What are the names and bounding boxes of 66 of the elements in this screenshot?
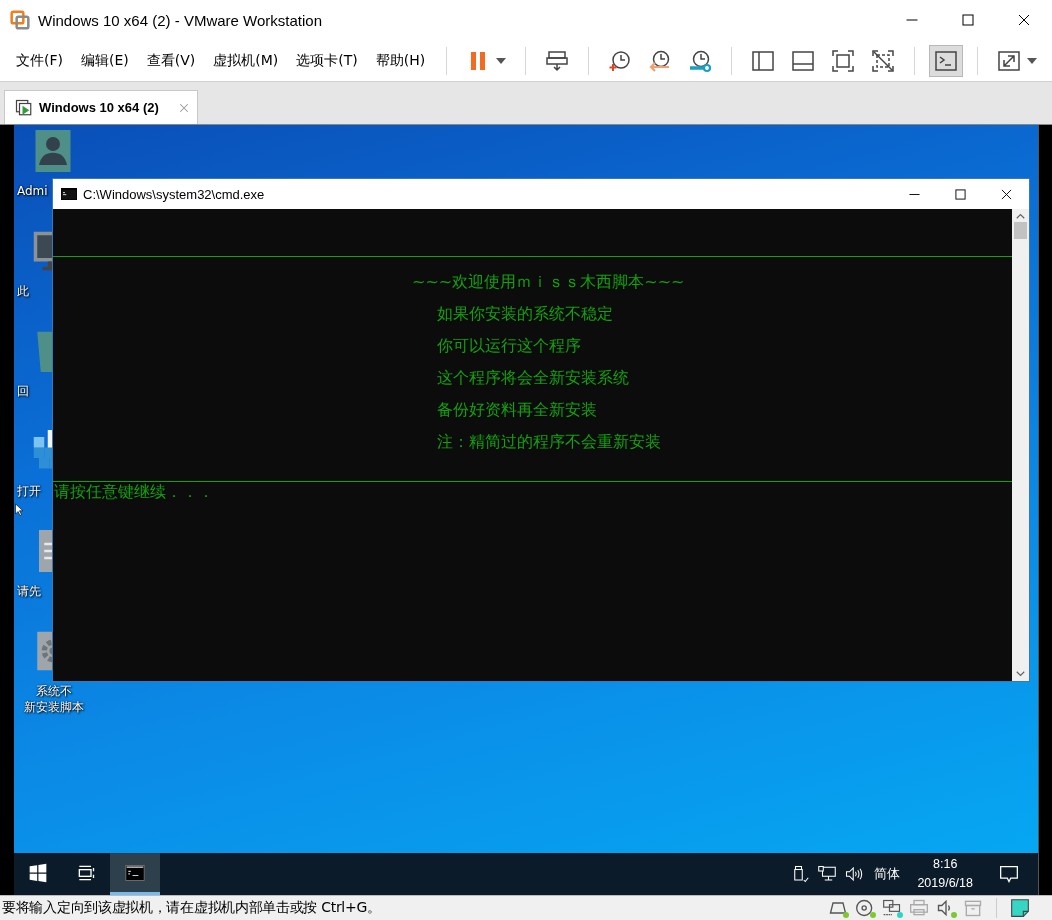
menu-item[interactable]: 查看(V) [138,47,204,74]
disc-icon [855,898,875,918]
console-line: 你可以运行这个程序 [437,335,582,357]
vm-play-icon [15,98,33,117]
taskbar-button[interactable] [110,853,160,895]
windows-logo-icon [28,862,48,883]
menu-item[interactable]: 选项卡(T) [288,47,366,74]
crossed-frame-icon [871,48,896,73]
device-button[interactable] [882,898,902,918]
close-icon [1018,14,1030,26]
desktop-icon-label: 系统不 [36,683,72,699]
console-line: 备份好资料再全新安装 [437,399,598,421]
menu-item[interactable]: 帮助(H) [367,47,434,74]
vm-tab[interactable]: Windows 10 x64 (2) [4,90,198,124]
menu-item[interactable]: 文件(F) [8,47,71,74]
desktop-icon-label: 回 [17,383,29,399]
scroll-thumb[interactable] [1014,222,1027,239]
toolbar-button[interactable] [929,44,964,77]
desktop-icon-label: 打开 [17,483,41,499]
volume-icon[interactable] [845,865,864,883]
sticky-note-icon [1010,898,1030,918]
maximize-icon [962,14,974,26]
tab-label: Windows 10 x64 (2) [39,100,159,115]
network-icon [882,898,902,918]
clock-wrench-icon [688,48,713,73]
clock-icon [608,48,633,73]
window-title: Windows 10 x64 (2) - VMware Workstation [38,11,323,29]
device-button[interactable] [936,898,956,918]
desktop-icon-label: 新安装脚本 [24,699,84,715]
clock[interactable]: 8:16 2019/6/18 [917,855,973,893]
terminal-icon [61,188,77,200]
desktop-icon-label: 此 [17,283,29,299]
caret-icon [1027,57,1038,64]
desktop-icon-label: Admi [17,183,48,199]
welcome-text: ~~~欢迎使用ｍｉｓｓ木西脚本~~~ [412,271,686,293]
desktop-icon-label: 请先 [17,583,41,599]
app-logo-icon [10,10,30,30]
keyboard-icon [545,48,570,73]
maximize-icon [954,188,966,200]
menu-item[interactable]: 编辑(E) [73,47,137,74]
terminal-icon [934,48,959,73]
full-screen-icon [831,48,856,73]
device-button[interactable] [855,898,875,918]
expand-icon [997,48,1022,73]
sidebar-layout-icon [751,48,776,73]
console-line: 这个程序将会全新安装系统 [437,367,630,389]
scroll-up-icon[interactable] [1016,213,1025,219]
box-icon [963,898,983,918]
scrollbar[interactable] [1012,209,1029,681]
network-icon[interactable] [818,865,837,883]
scroll-down-icon[interactable] [1016,671,1025,677]
bottom-panel-icon [791,48,816,73]
device-button[interactable] [1010,898,1030,918]
status-message: 要将输入定向到该虚拟机，请在虚拟机内部单击或按 Ctrl+G。 [2,899,382,917]
console-prompt: 请按任意键继续．．． [54,482,215,502]
printer-icon [909,898,929,918]
caret-icon [496,57,507,64]
console-line: 如果你安装的系统不稳定 [437,303,614,325]
cubes-icon[interactable] [32,430,52,472]
menu-item[interactable]: 虚拟机(M) [205,47,287,74]
window-title: C:\Windows\system32\cmd.exe [83,186,266,202]
close-icon [1000,188,1012,200]
usb-drive-icon[interactable] [791,865,810,883]
notification-icon[interactable] [998,864,1020,884]
console-line: 注：精简过的程序不会重新安装 [437,431,662,453]
input-language[interactable]: 简体 [874,865,901,883]
